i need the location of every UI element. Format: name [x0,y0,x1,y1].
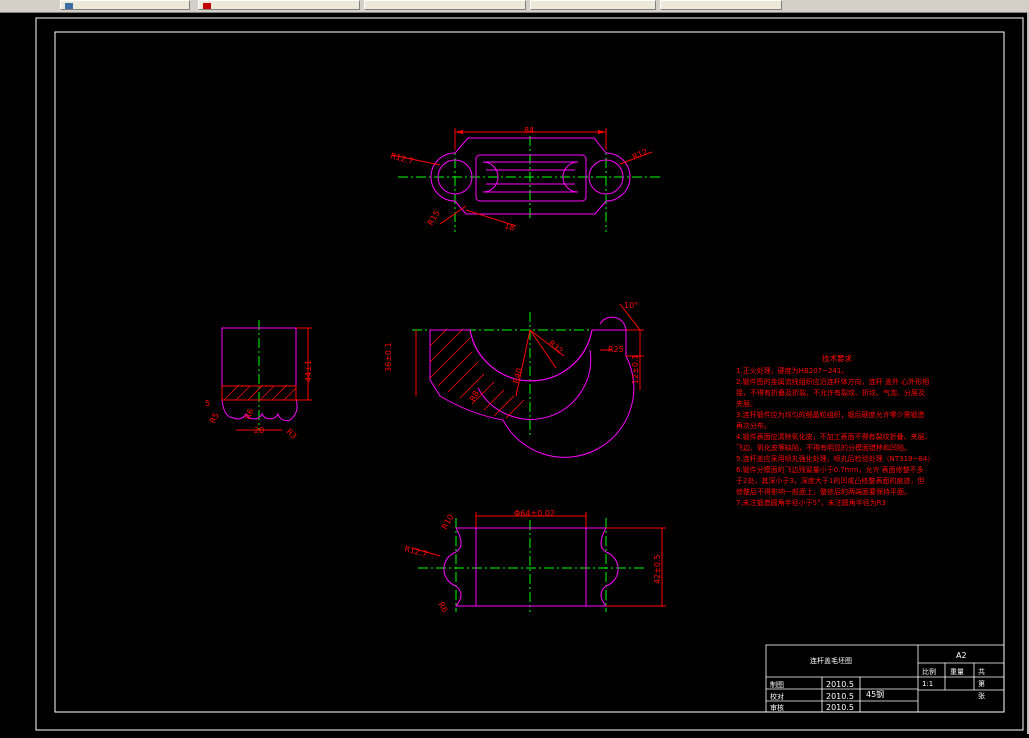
tech-req-line: 2.锻件图的金属流线组织应沿连杆体方向，连杆 盖外 心外形相 [736,377,929,386]
dim-r10: R10 [440,513,456,531]
taskbar-button-1[interactable] [60,0,190,10]
count-label: 共 [978,667,985,676]
row-date: 2010.5 [826,703,854,712]
tech-req-line: 修整后不得影响一般面上，整修后的两端面要保持平面。 [736,487,911,496]
side-view: 44±1 5 R5 R6 20 R3 [205,320,313,441]
tech-req-line: 3.连杆锻件应为均匀的细晶粒组织，锻后硬度允许零少需锻造 [736,410,925,419]
title-block-text: 连杆盖毛坯图 A2 比例 重量 共 1:1 第 张 制图 2010.5 校对 2… [770,651,985,712]
dim-phi64: Φ64±0.02 [514,509,555,518]
title-block [765,644,1005,713]
front-view: 36±0.1 R8 R32 R40 R25 12±0.1 10° [384,301,644,458]
scale-value: 1:1 [922,680,933,688]
dim-20: 20 [254,426,264,435]
taskbar-button-5[interactable] [660,0,782,10]
tech-req-line: 飞边、氧化皮等缺陷，不得有明显的分模面错移和凹陷。 [736,443,911,452]
window-icon [65,2,73,9]
row-role: 审核 [770,703,784,712]
row-date: 2010.5 [826,692,854,701]
dim-12: 12±0.1 [631,354,640,384]
bottom-view: Φ64±0.02 R10 R12.7 R6 42±0.5 [403,509,666,614]
tech-req-line: 夹层。 [736,399,757,408]
taskbar-button-4[interactable] [530,0,656,10]
dim-r6-bottom: R6 [436,601,449,615]
tech-req-line: 4.锻件表面应清除氧化皮，不加工表面不得有裂纹折叠、夹层、 [736,432,932,441]
tech-req-line: 于2处，其深小于3，深度大于1的凹或凸修整表面的痕迹，但 [736,476,924,485]
taskbar-button-2[interactable] [198,0,360,10]
row-role: 制图 [770,680,784,689]
dim-r5: R5 [208,411,221,425]
dim-height-44: 44±1 [304,360,313,382]
tech-req-line: 5.连杆盖应采用喷丸强化处理，喷丸后检验处理（NT319~84） [736,454,934,463]
row-date: 2010.5 [826,680,854,689]
dim-r25: R25 [608,345,624,354]
dim-10deg: 10° [624,301,638,310]
material: 45钢 [866,689,884,699]
tech-req-line: 6.锻件分模面的飞边残留量小于0.7mm，允许 表面修整不多 [736,465,924,474]
dim-r12-7-bottom: R12.7 [403,544,428,559]
dim-36: 36±0.1 [384,342,393,372]
sheet-size: A2 [956,651,967,660]
page-label: 第 [978,679,985,688]
cad-drawing-canvas[interactable]: 84 R12.7 R12 R15 18 44±1 5 R5 R6 20 R3 3… [0,12,1029,734]
dim-r8: R8 [468,389,481,403]
dim-42: 42±0.5 [653,554,662,584]
dim-r32: R32 [547,339,565,356]
cad-icon [203,2,211,9]
dim-5: 5 [205,399,210,408]
dim-r40: R40 [511,367,524,385]
tech-req-line: 7.未注锻造圆角半径小于5°，未注圆角半径为R3 [736,498,886,507]
row-role: 校对 [770,692,784,701]
weight-label: 重量 [950,668,964,676]
dim-width: 84 [524,126,534,135]
dim-r12: R12 [631,147,649,162]
tech-req-line: 再次分布。 [736,421,771,430]
top-view: 84 R12.7 R12 R15 18 [389,126,660,233]
dim-r15: R15 [426,209,442,227]
dim-r12-7: R12.7 [389,151,414,166]
sheet-unit: 张 [978,691,985,700]
taskbar-button-3[interactable] [364,0,526,10]
tech-req-line: 1.正火处理，硬度为HB207~241。 [736,366,848,375]
part-name: 连杆盖毛坯图 [810,656,852,665]
scale-label: 比例 [922,667,936,676]
tech-req-line: 接，不得有折叠及折裂，不允许有裂纹、折纹、气泡、分层及 [736,388,925,397]
tech-req-title: 技术要求 [822,353,852,363]
dim-r3: R3 [285,427,299,441]
dim-18: 18 [503,221,515,232]
technical-requirements: 技术要求 1.正火处理，硬度为HB207~241。 2.锻件图的金属流线组织应沿… [736,353,934,507]
